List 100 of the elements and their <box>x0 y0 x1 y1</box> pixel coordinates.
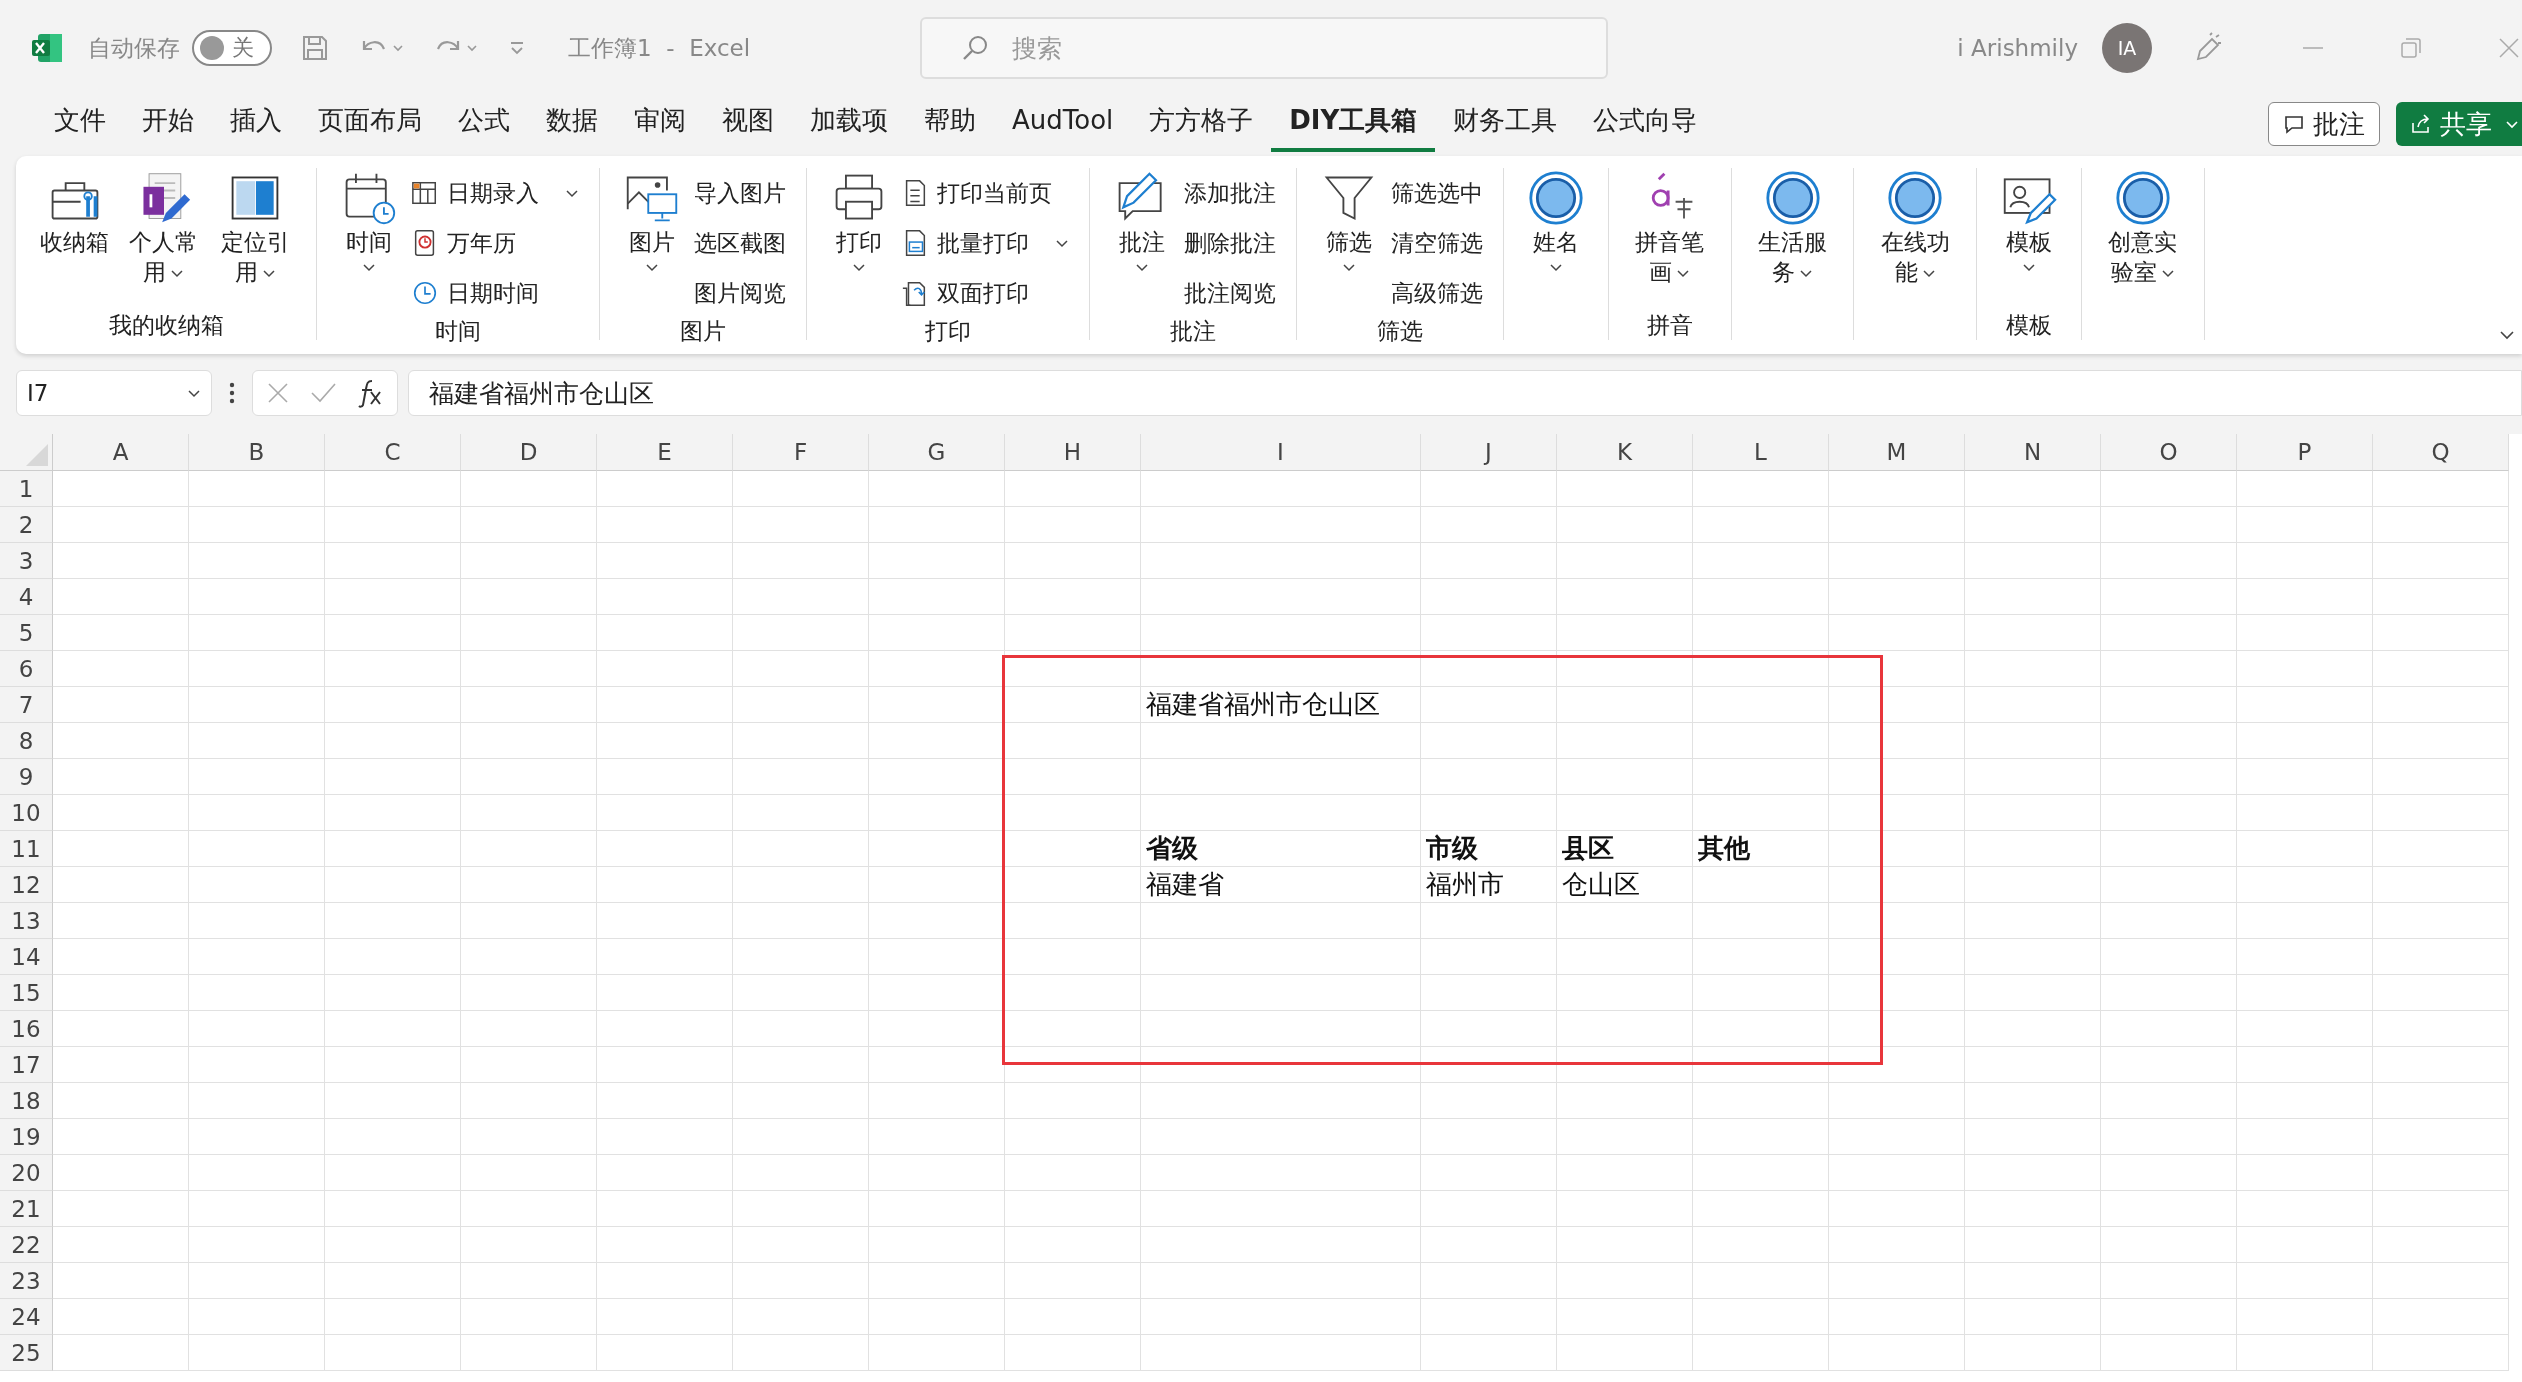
row-header[interactable]: 21 <box>0 1191 53 1227</box>
ribbon-button[interactable]: 个人常用 <box>123 168 205 310</box>
row-header[interactable]: 10 <box>0 795 53 831</box>
ribbon-button[interactable]: 高级筛选 <box>1391 270 1484 316</box>
ribbon-button[interactable]: 批量打印 <box>901 220 1070 266</box>
row-header[interactable]: 8 <box>0 723 53 759</box>
column-header[interactable]: N <box>1965 434 2101 471</box>
ribbon-tab[interactable]: 加载项 <box>792 96 906 152</box>
restore-icon[interactable] <box>2398 35 2424 61</box>
column-header[interactable]: H <box>1005 434 1141 471</box>
table-cell: 仓山区 <box>1557 867 1693 903</box>
ribbon-tab[interactable]: 帮助 <box>906 96 994 152</box>
column-header[interactable]: F <box>733 434 869 471</box>
column-header[interactable]: E <box>597 434 733 471</box>
more-icon[interactable] <box>228 380 236 406</box>
column-header[interactable]: G <box>869 434 1005 471</box>
name-box[interactable]: I7 <box>16 370 212 416</box>
ribbon-button[interactable]: 添加批注 <box>1184 170 1277 216</box>
table-cell: 福州市 <box>1421 867 1557 903</box>
row-header[interactable]: 25 <box>0 1335 53 1371</box>
save-icon[interactable] <box>300 33 330 63</box>
ribbon-button[interactable]: 删除批注 <box>1184 220 1277 266</box>
ribbon-tab[interactable]: 开始 <box>124 96 212 152</box>
row-header[interactable]: 24 <box>0 1299 53 1335</box>
ribbon-button[interactable]: 定位引用 <box>214 168 297 310</box>
column-header[interactable]: O <box>2101 434 2237 471</box>
row-header[interactable]: 17 <box>0 1047 53 1083</box>
ribbon-button[interactable]: 图片阅览 <box>694 270 787 316</box>
ribbon-tab[interactable]: 审阅 <box>616 96 704 152</box>
column-header[interactable]: C <box>325 434 461 471</box>
ribbon-tab[interactable]: 页面布局 <box>300 96 440 152</box>
ribbon-tab[interactable]: 公式向导 <box>1575 96 1716 152</box>
ribbon-button[interactable]: 清空筛选 <box>1391 220 1484 266</box>
column-header[interactable]: M <box>1829 434 1965 471</box>
row-header[interactable]: 7 <box>0 687 53 723</box>
row-header[interactable]: 15 <box>0 975 53 1011</box>
row-header[interactable]: 9 <box>0 759 53 795</box>
row-header[interactable]: 16 <box>0 1011 53 1047</box>
ribbon-button[interactable]: 万年历 <box>411 220 580 266</box>
ribbon-button[interactable]: 拼音笔画 <box>1629 168 1711 310</box>
ribbon-button[interactable]: 日期时间 <box>411 270 580 316</box>
row-header[interactable]: 14 <box>0 939 53 975</box>
ribbon-button[interactable]: 批注 <box>1110 168 1175 316</box>
ribbon-button[interactable]: 创意实验室 <box>2101 168 2184 310</box>
autosave-toggle[interactable]: 关 <box>192 30 272 66</box>
row-header[interactable]: 2 <box>0 507 53 543</box>
column-header[interactable]: Q <box>2373 434 2509 471</box>
ribbon-button[interactable]: 图片 <box>620 168 685 316</box>
column-header[interactable]: J <box>1421 434 1557 471</box>
ribbon-tab[interactable]: 视图 <box>704 96 792 152</box>
row-header[interactable]: 6 <box>0 651 53 687</box>
circle-icon <box>1528 170 1585 226</box>
ribbon-button[interactable]: 打印 <box>827 168 892 316</box>
row-header[interactable]: 1 <box>0 471 53 507</box>
ribbon-tab[interactable]: 文件 <box>36 96 124 152</box>
ribbon-button[interactable]: 导入图片 <box>694 170 787 216</box>
comments-button[interactable]: 批注 <box>2268 102 2380 146</box>
ribbon-button[interactable]: 打印当前页 <box>901 170 1070 216</box>
ribbon-tab[interactable]: 公式 <box>440 96 528 152</box>
column-header[interactable]: P <box>2237 434 2373 471</box>
column-header[interactable]: A <box>53 434 189 471</box>
user-avatar[interactable]: IA <box>2102 23 2152 73</box>
row-header[interactable]: 18 <box>0 1083 53 1119</box>
row-header[interactable]: 23 <box>0 1263 53 1299</box>
ribbon-tab[interactable]: AudTool <box>994 99 1132 149</box>
ribbon-button[interactable]: 在线功能 <box>1874 168 1956 310</box>
ribbon-tab[interactable]: 插入 <box>212 96 300 152</box>
ribbon-button[interactable]: 筛选选中 <box>1391 170 1484 216</box>
ribbon-tab[interactable]: 方方格子 <box>1131 96 1272 152</box>
row-header[interactable]: 4 <box>0 579 53 615</box>
ribbon-button[interactable]: 筛选 <box>1317 168 1382 316</box>
ribbon-button[interactable]: 生活服务 <box>1751 168 1834 310</box>
row-header[interactable]: 19 <box>0 1119 53 1155</box>
column-header[interactable]: K <box>1557 434 1693 471</box>
ribbon-tab[interactable]: DIY工具箱 <box>1271 96 1436 152</box>
ribbon-button[interactable]: 日期录入 <box>411 170 580 216</box>
select-all-corner[interactable] <box>0 434 53 471</box>
ribbon-tab[interactable]: 数据 <box>528 96 616 152</box>
row-header[interactable]: 3 <box>0 543 53 579</box>
row-header[interactable]: 5 <box>0 615 53 651</box>
row-header[interactable]: 11 <box>0 831 53 867</box>
ribbon-button[interactable]: 选区截图 <box>694 220 787 266</box>
ribbon-button[interactable]: 模板 <box>1996 168 2061 310</box>
share-button[interactable]: 共享 <box>2396 102 2522 146</box>
row-header[interactable]: 12 <box>0 867 53 903</box>
row-header[interactable]: 20 <box>0 1155 53 1191</box>
ribbon-tab[interactable]: 财务工具 <box>1435 96 1576 152</box>
formula-field[interactable]: 福建省福州市仓山区 <box>408 370 2522 416</box>
ribbon-button[interactable]: 姓名 <box>1524 168 1589 310</box>
ribbon-button[interactable]: 批注阅览 <box>1184 270 1277 316</box>
ribbon-button[interactable]: 时间 <box>337 168 402 316</box>
ribbon-button[interactable]: 收纳箱 <box>36 168 113 310</box>
row-header[interactable]: 22 <box>0 1227 53 1263</box>
column-header[interactable]: I <box>1141 434 1421 471</box>
row-header[interactable]: 13 <box>0 903 53 939</box>
search-field[interactable]: 搜索 <box>920 17 1609 79</box>
column-header[interactable]: B <box>189 434 325 471</box>
column-header[interactable]: D <box>461 434 597 471</box>
column-header[interactable]: L <box>1693 434 1829 471</box>
ribbon-button[interactable]: 双面打印 <box>901 270 1070 316</box>
